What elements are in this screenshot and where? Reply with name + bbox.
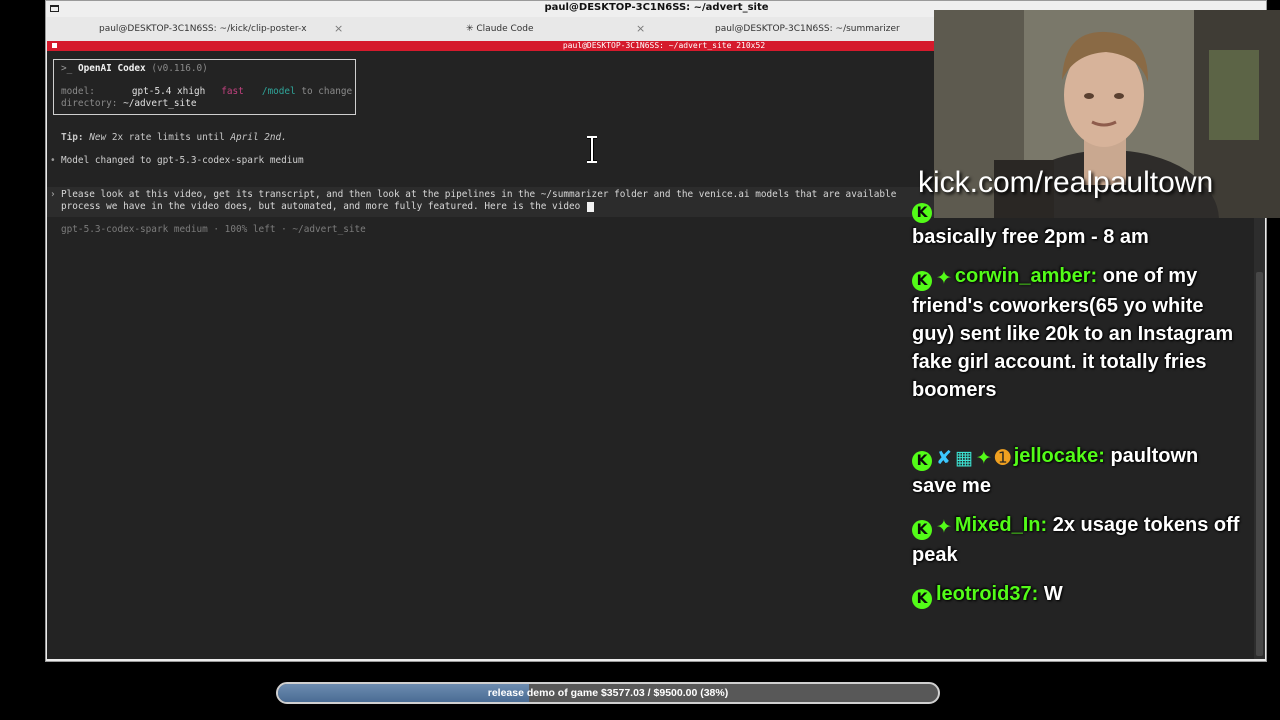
sparkle-badge-icon: ✦ [936, 516, 952, 538]
codex-directory-line: directory: ~/advert_site [61, 98, 196, 110]
chat-message: Kleotroid37: W [912, 580, 1242, 609]
tip-new: New [89, 132, 107, 143]
close-tab-icon[interactable]: × [636, 18, 645, 40]
kick-badge-icon: K [912, 520, 932, 540]
input-prompt-icon: › [50, 189, 56, 200]
chat-username: Mixed_In: [954, 514, 1048, 536]
fast-tag: fast [221, 86, 244, 97]
sparkle-badge-icon: ✦ [975, 447, 992, 469]
chat-message-text: basically free 2pm - 8 am [912, 226, 1149, 248]
codex-title-line: >_ OpenAI Codex (v0.116.0) [61, 63, 208, 75]
sparkle-badge-icon: ✦ [936, 267, 952, 289]
chat-message: K ✘ ▦ ✦ ➊ jellocake: paultown save me [912, 442, 1242, 500]
chat-message-partial: K [912, 194, 936, 223]
chat-username: jellocake: [1013, 445, 1105, 467]
tip-label: Tip: [61, 132, 84, 143]
directory-value: ~/advert_site [123, 98, 197, 109]
tip-line: Tip: New 2x rate limits until April 2nd. [61, 132, 287, 144]
tip-text: 2x rate limits until [111, 132, 225, 143]
codex-version: (v0.116.0) [151, 63, 208, 74]
tab-summarizer[interactable]: paul@DESKTOP-3C1N6SS: ~/summarizer [715, 18, 900, 40]
tab-clip-poster[interactable]: paul@DESKTOP-3C1N6SS: ~/kick/clip-poster… [99, 18, 307, 40]
model-label: model: [61, 86, 95, 97]
scrollbar-thumb[interactable] [1256, 272, 1263, 656]
kick-badge-icon: K [912, 271, 932, 291]
model-changed-message: Model changed to gpt-5.3-codex-spark med… [61, 155, 304, 166]
codex-model-line: model: gpt-5.4 xhigh fast/model to change [61, 86, 352, 98]
chat-username: leotroid37: [936, 583, 1039, 605]
kick-badge-icon: K [912, 451, 932, 471]
goal-progress-label: release demo of game $3577.03 / $9500.00… [487, 687, 729, 699]
gift-badge-icon: ▦ [954, 447, 973, 469]
chat-message: K ✦ corwin_amber: one of my friend's cowor… [912, 262, 1242, 404]
text-cursor [587, 202, 594, 212]
codex-app-name: OpenAI Codex [77, 63, 146, 74]
subscriber-badge-icon: ➊ [994, 447, 1011, 469]
kick-badge-icon: K [912, 589, 932, 609]
close-tab-icon[interactable]: × [334, 18, 343, 40]
status-line: gpt-5.3-codex-spark medium · 100% left ·… [61, 224, 366, 235]
chat-username: corwin_amber: [954, 265, 1098, 287]
chat-message: K ✦ Mixed_In: 2x usage tokens off peak [912, 511, 1242, 569]
tab-claude-code[interactable]: ✳ Claude Code [466, 18, 534, 40]
sword-badge-icon: ✘ [936, 447, 952, 469]
ibeam-cursor-icon [587, 136, 597, 163]
bullet-icon: • [50, 155, 56, 166]
prompt-icon: >_ [61, 63, 73, 74]
directory-label: directory: [61, 98, 118, 109]
tip-date: April 2nd. [230, 132, 287, 143]
user-input-line-1[interactable]: Please look at this video, get its trans… [61, 189, 909, 201]
goal-progress-bar: release demo of game $3577.03 / $9500.00… [276, 682, 940, 704]
model-command: /model [261, 86, 296, 97]
model-hint: to change [301, 86, 353, 97]
user-input-line-2[interactable]: process we have in the video does, but a… [61, 201, 580, 213]
kick-url-overlay: kick.com/realpaultown [918, 166, 1214, 199]
chat-message-text: W [1043, 583, 1063, 605]
kick-badge-icon: K [912, 203, 932, 223]
model-value: gpt-5.4 xhigh [131, 86, 206, 97]
